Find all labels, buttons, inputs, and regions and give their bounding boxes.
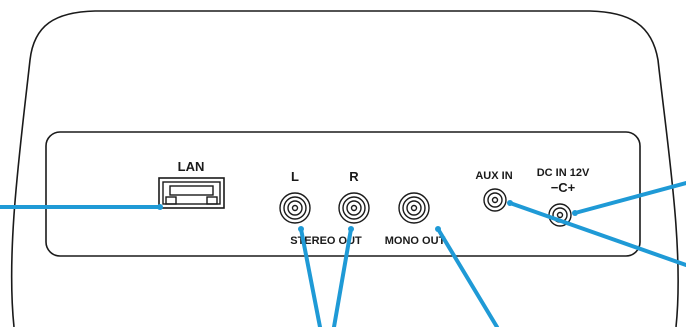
dc-polarity-symbol: −C+ [551, 180, 576, 195]
mono-out-callout-line [436, 227, 499, 327]
lan-callout-dot [157, 204, 163, 210]
mono-out-callout-dot [435, 226, 441, 232]
stereo-left-jack [279, 192, 311, 224]
aux-in-jack [483, 188, 507, 212]
lan-label: LAN [178, 159, 205, 174]
mono-out-label: MONO OUT [385, 235, 446, 247]
mono-out-jack [398, 192, 430, 224]
stereo-left-callout-dot [298, 226, 304, 232]
lan-port [158, 177, 225, 209]
aux-in-label: AUX IN [475, 170, 512, 182]
stereo-left-label: L [291, 169, 299, 184]
stereo-right-jack [338, 192, 370, 224]
aux-in-callout-dot [507, 200, 513, 206]
stereo-right-callout-dot [348, 226, 354, 232]
dc-in-label: DC IN 12V [537, 167, 590, 179]
dc-in-callout-line [573, 181, 686, 215]
dc-in-callout-dot [572, 210, 578, 216]
rear-panel-diagram: LAN L R STEREO OUT MONO OUT AUX IN DC IN… [0, 10, 686, 327]
stereo-right-label: R [349, 169, 359, 184]
